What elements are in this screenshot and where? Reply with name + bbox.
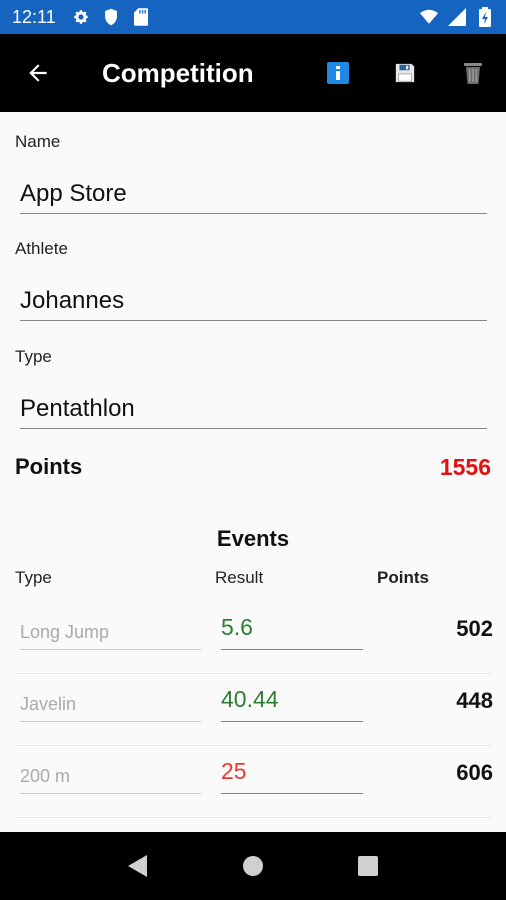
gear-icon [72, 8, 90, 26]
nav-recents-button[interactable] [348, 846, 388, 886]
event-result-input[interactable]: 25 [221, 756, 363, 794]
shield-icon [102, 8, 120, 26]
toolbar: Competition [0, 34, 506, 112]
event-row: 200 m 25 606 [15, 746, 493, 818]
event-type-field[interactable]: Javelin [20, 690, 201, 722]
athlete-label: Athlete [15, 239, 68, 258]
delete-button[interactable] [451, 34, 495, 112]
arrow-back-icon [29, 64, 47, 82]
save-button[interactable] [383, 34, 427, 112]
wifi-icon [420, 8, 438, 26]
status-bar: 12:11 [0, 0, 506, 34]
delete-icon [464, 63, 482, 84]
nav-back-button[interactable] [118, 846, 158, 886]
status-time: 12:11 [12, 6, 56, 27]
info-icon [327, 62, 349, 84]
recents-square-icon [358, 856, 379, 876]
event-points: 606 [456, 760, 493, 785]
nav-home-button[interactable] [233, 846, 273, 886]
toolbar-title: Competition [102, 57, 254, 88]
type-column-header: Type [15, 568, 52, 587]
type-input[interactable] [20, 389, 487, 429]
navigation-bar [0, 832, 506, 900]
back-button[interactable] [0, 34, 76, 112]
event-type-field[interactable]: 200 m [20, 762, 201, 794]
sd-card-icon [132, 8, 150, 26]
competition-form: Name Athlete Type Points 1556 Events Typ… [0, 112, 506, 832]
signal-icon [448, 8, 466, 26]
event-result-input[interactable]: 40.44 [221, 684, 363, 722]
events-title: Events [216, 526, 290, 551]
result-column-header: Result [215, 568, 264, 587]
points-column-header: Points [377, 568, 429, 587]
event-row: Long Jump 5.6 502 [15, 602, 493, 674]
info-button[interactable] [316, 34, 360, 112]
type-label: Type [15, 347, 52, 366]
points-total: 1556 [439, 454, 491, 480]
event-points: 502 [456, 616, 493, 641]
save-icon [395, 63, 415, 83]
back-triangle-icon [127, 855, 147, 877]
event-row: Javelin 40.44 448 [15, 674, 493, 746]
athlete-input[interactable] [20, 281, 487, 321]
name-label: Name [15, 132, 61, 151]
event-result-input[interactable]: 5.6 [221, 612, 363, 650]
points-label: Points [15, 454, 83, 479]
name-input[interactable] [20, 174, 487, 214]
home-circle-icon [242, 856, 263, 876]
battery-icon [476, 7, 494, 27]
event-points: 448 [456, 688, 493, 713]
event-type-field[interactable]: Long Jump [20, 618, 201, 650]
